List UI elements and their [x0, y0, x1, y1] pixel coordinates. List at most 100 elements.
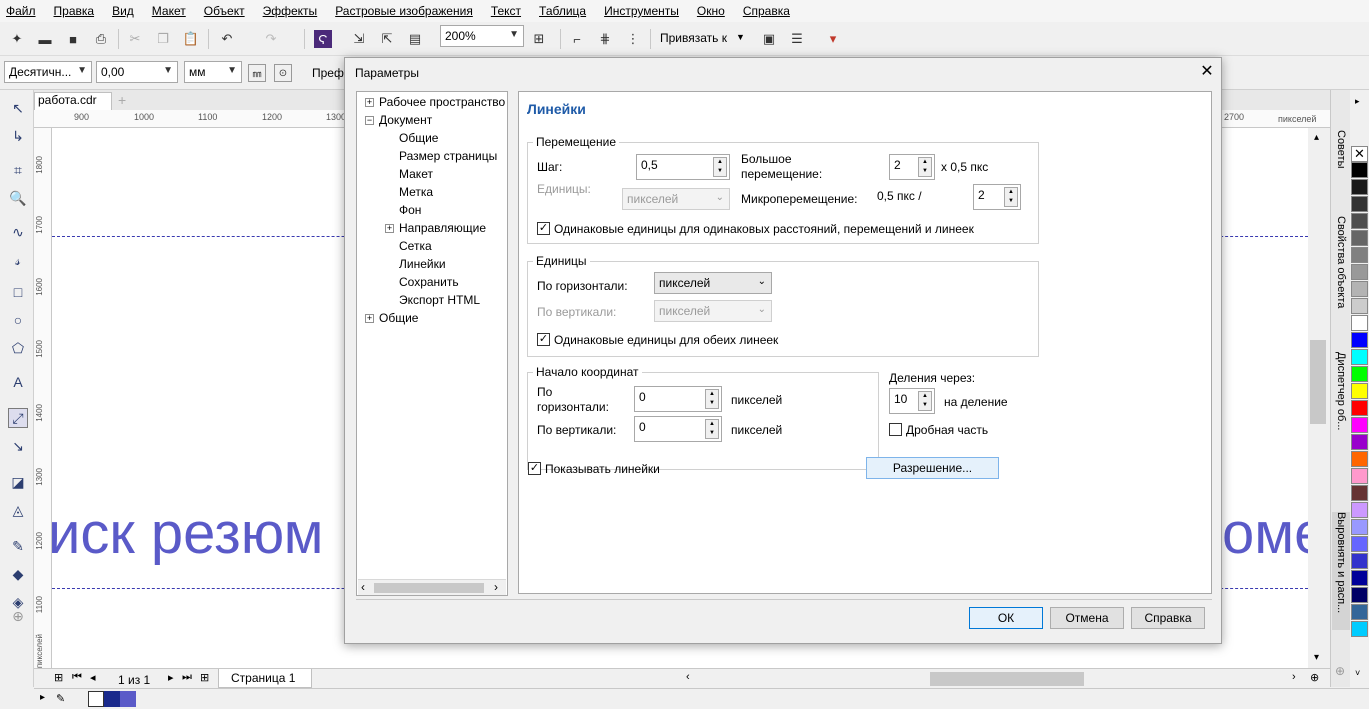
scroll-left-icon[interactable]: ‹ [686, 671, 690, 683]
color-swatch[interactable] [1351, 264, 1368, 280]
menu-item[interactable]: Файл [6, 4, 46, 18]
import-icon[interactable]: ⇲ [350, 30, 368, 48]
ok-button[interactable]: ОК [969, 607, 1043, 629]
number-format-combo[interactable]: Десятичн... ▼ [4, 61, 92, 83]
tree-item-rulers[interactable]: Линейки [399, 257, 446, 271]
color-swatch[interactable] [1351, 570, 1368, 586]
parallel-dimension-icon[interactable]: ⤢ [8, 408, 28, 428]
spinner-arrows-icon[interactable]: ▲ ▼ [918, 391, 932, 411]
vertical-ruler[interactable]: 1800 1700 1600 1500 1400 1300 1200 1100 … [34, 128, 52, 668]
canvas-text-right[interactable]: оме [1222, 500, 1308, 567]
collapse-icon[interactable]: − [365, 116, 374, 125]
menu-item[interactable]: Справка [743, 4, 800, 18]
add-page-icon[interactable]: ⊞ [200, 671, 209, 684]
color-swatch[interactable] [1351, 519, 1368, 535]
full-screen-icon[interactable]: ⊞ [530, 30, 548, 48]
redo-icon[interactable]: ↷ [262, 30, 280, 48]
scroll-thumb[interactable] [374, 583, 484, 593]
color-swatch[interactable] [1351, 162, 1368, 178]
application-launcher-icon[interactable]: ☰ [788, 30, 806, 48]
add-tool-icon[interactable]: ⊕ [8, 606, 28, 626]
previous-page-icon[interactable]: ◂ [90, 671, 96, 684]
expand-icon[interactable]: + [385, 224, 394, 233]
color-swatch[interactable] [1351, 434, 1368, 450]
pdf-icon[interactable]: ▤ [406, 30, 424, 48]
color-swatch[interactable] [1351, 604, 1368, 620]
menu-item[interactable]: Макет [152, 4, 196, 18]
show-grid-icon[interactable]: ⋕ [596, 30, 614, 48]
tree-item-document[interactable]: Документ [379, 113, 432, 127]
tree-item-layout[interactable]: Макет [399, 167, 433, 181]
fraction-checkbox[interactable] [889, 423, 902, 436]
color-swatch[interactable] [1351, 179, 1368, 195]
color-swatch[interactable] [1351, 400, 1368, 416]
menu-item[interactable]: Растровые изображения [335, 4, 483, 18]
palette-scroll-down-icon[interactable]: ˅ [1355, 668, 1360, 678]
tree-item-label[interactable]: Метка [399, 185, 433, 199]
same-units-checkbox[interactable]: ✓ [537, 222, 550, 235]
show-rulers-checkbox[interactable]: ✓ [528, 462, 541, 475]
menu-item[interactable]: Эффекты [263, 4, 328, 18]
nudge-units-select[interactable]: пикселей ⌄ [622, 188, 730, 210]
scroll-right-icon[interactable]: › [494, 580, 498, 594]
color-swatch[interactable] [1351, 485, 1368, 501]
color-swatch[interactable] [1351, 383, 1368, 399]
menu-item[interactable]: Инструменты [604, 4, 689, 18]
tree-item-page-size[interactable]: Размер страницы [399, 149, 497, 163]
unit-combo[interactable]: мм ▼ [184, 61, 242, 83]
chevron-down-icon[interactable]: ▾ [1314, 652, 1319, 663]
transparency-icon[interactable]: ◬ [8, 500, 28, 520]
same-ruler-units-checkbox[interactable]: ✓ [537, 333, 550, 346]
artistic-media-icon[interactable]: 𝓈 [8, 250, 28, 270]
color-swatch[interactable] [1351, 247, 1368, 263]
big-nudge-spinner[interactable]: 2 ▲ ▼ [889, 154, 935, 180]
docker-tab-align-distribute[interactable]: Выровнять и расп... [1332, 512, 1350, 630]
horizontal-scroll-thumb[interactable] [930, 672, 1084, 686]
resolution-button[interactable]: Разрешение... [866, 457, 999, 479]
freehand-tool-icon[interactable]: ∿ [8, 222, 28, 242]
zoom-navigator-icon[interactable]: ⊕ [1310, 671, 1319, 684]
menu-item[interactable]: Текст [491, 4, 531, 18]
menu-item[interactable]: Окно [697, 4, 735, 18]
color-swatch[interactable] [1351, 553, 1368, 569]
color-swatch[interactable] [1351, 536, 1368, 552]
color-swatch[interactable] [1351, 213, 1368, 229]
eyedropper-icon[interactable]: ✎ [56, 692, 65, 705]
tree-item-guidelines[interactable]: Направляющие [399, 221, 486, 235]
docker-tab-object-manager[interactable]: Диспетчер об... [1332, 352, 1350, 456]
undo-icon[interactable]: ↶ [218, 30, 236, 48]
tree-item-workspace[interactable]: Рабочее пространство [379, 95, 505, 109]
copy-icon[interactable]: ❐ [154, 30, 172, 48]
unit-icon[interactable]: ㎜ [248, 64, 266, 82]
corel-connect-icon[interactable]: Ϛ [314, 30, 332, 48]
connector-tool-icon[interactable]: ↘ [8, 436, 28, 456]
scroll-thumb[interactable] [1310, 340, 1326, 424]
step-spinner[interactable]: 0,5 ▲ ▼ [636, 154, 730, 180]
scroll-left-icon[interactable]: ‹ [361, 580, 365, 594]
cancel-button[interactable]: Отмена [1050, 607, 1124, 629]
value-combo[interactable]: 0,00 ▼ [96, 61, 178, 83]
color-swatch[interactable] [1351, 502, 1368, 518]
scroll-right-icon[interactable]: › [1292, 671, 1296, 683]
page-tab[interactable]: Страница 1 [218, 669, 312, 688]
expand-icon[interactable]: + [365, 98, 374, 107]
export-icon[interactable]: ⇱ [378, 30, 396, 48]
drop-shadow-icon[interactable]: ◪ [8, 472, 28, 492]
menu-item[interactable]: Правка [54, 4, 105, 18]
add-docker-icon[interactable]: ⊕ [1335, 664, 1345, 678]
tree-item-export-html[interactable]: Экспорт HTML [399, 293, 480, 307]
tree-item-global[interactable]: Общие [379, 311, 418, 325]
add-tab-icon[interactable]: + [118, 92, 126, 108]
last-page-icon[interactable]: ⏭ [182, 671, 192, 684]
spinner-arrows-icon[interactable]: ▲ ▼ [705, 389, 719, 409]
crop-tool-icon[interactable]: ⌗ [8, 160, 28, 180]
spinner-arrows-icon[interactable]: ▲ ▼ [918, 157, 932, 177]
canvas-text-left[interactable]: иск резюм [52, 500, 323, 567]
tree-item-general[interactable]: Общие [399, 131, 438, 145]
menu-item[interactable]: Вид [112, 4, 144, 18]
vertical-units-select[interactable]: пикселей ⌄ [654, 300, 772, 322]
color-swatch[interactable] [1351, 587, 1368, 603]
first-page-icon[interactable]: ⊞ [54, 671, 63, 684]
new-document-icon[interactable]: ✦ [8, 30, 26, 48]
zoom-tool-icon[interactable]: 🔍 [8, 188, 28, 208]
